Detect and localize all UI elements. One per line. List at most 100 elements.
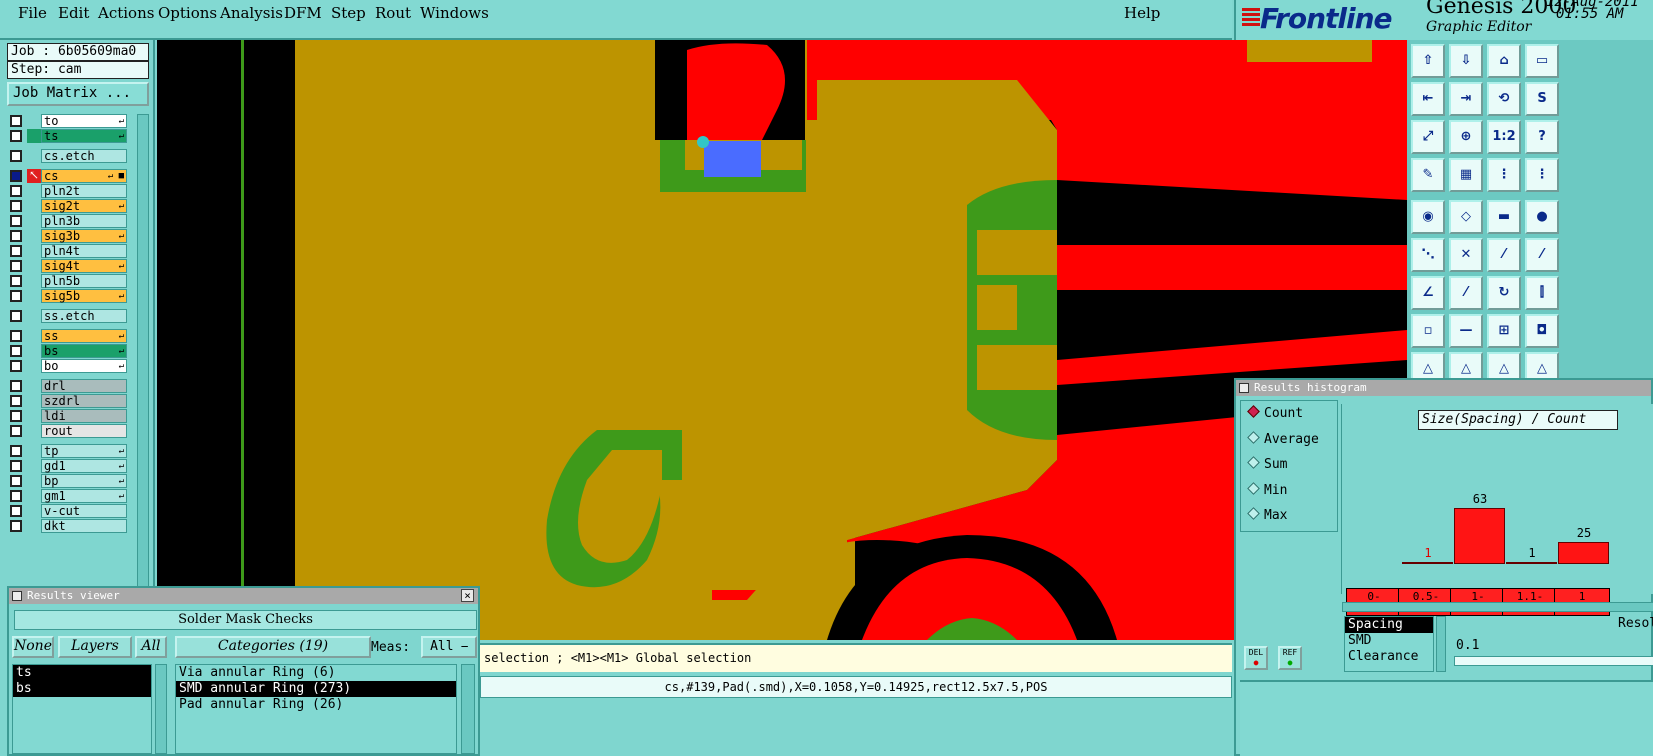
mode-count[interactable]: Count: [1247, 405, 1303, 423]
window-menu-icon[interactable]: [1239, 383, 1249, 393]
layer-checkbox[interactable]: [10, 475, 22, 487]
list-item[interactable]: ts: [13, 665, 151, 681]
layer-name[interactable]: bs ↵: [41, 344, 127, 358]
graphic-canvas[interactable]: [157, 40, 1407, 640]
tool-button-4[interactable]: ⇤: [1411, 82, 1445, 116]
layer-row-bo[interactable]: bo ↵: [7, 359, 135, 373]
histogram-bar[interactable]: [1506, 562, 1557, 564]
layer-row-pln4t[interactable]: pln4t: [7, 244, 135, 258]
layer-name[interactable]: pln4t: [41, 244, 127, 258]
tool-button-9[interactable]: ⊕: [1449, 120, 1483, 154]
mode-sum[interactable]: Sum: [1247, 456, 1287, 474]
layer-row-sig3b[interactable]: sig3b ↵: [7, 229, 135, 243]
categories-button[interactable]: Categories (19): [175, 636, 371, 658]
tool-button-19[interactable]: ●: [1525, 200, 1559, 234]
tool-button-24[interactable]: ∠: [1411, 276, 1445, 310]
layer-list-scrollbar[interactable]: [137, 114, 149, 624]
category-list[interactable]: Via annular Ring (6) SMD annular Ring (2…: [175, 664, 457, 754]
layer-row-gd1[interactable]: gd1 ↵: [7, 459, 135, 473]
mode-max[interactable]: Max: [1247, 507, 1287, 525]
layer-name[interactable]: ts ↵: [41, 129, 127, 143]
layer-list-scrollbar[interactable]: [155, 664, 167, 754]
layer-checkbox[interactable]: [10, 200, 22, 212]
tool-button-20[interactable]: ⋱: [1411, 238, 1445, 272]
layer-row-v-cut[interactable]: v-cut: [7, 504, 135, 518]
layer-name[interactable]: ss.etch: [41, 309, 127, 323]
tool-button-14[interactable]: ⋮: [1487, 158, 1521, 192]
tool-button-31[interactable]: ◘: [1525, 314, 1559, 348]
menu-rout[interactable]: Rout: [375, 4, 411, 22]
layer-result-list[interactable]: ts bs: [12, 664, 152, 754]
layer-row-bs[interactable]: bs ↵: [7, 344, 135, 358]
layer-name[interactable]: bp ↵: [41, 474, 127, 488]
tool-button-29[interactable]: —: [1449, 314, 1483, 348]
layer-name[interactable]: to ↵: [41, 114, 127, 128]
layer-name[interactable]: pln5b: [41, 274, 127, 288]
layer-name[interactable]: sig5b ↵: [41, 289, 127, 303]
layer-checkbox[interactable]: [10, 185, 22, 197]
layer-name[interactable]: cs ↵ ■: [41, 169, 127, 183]
layer-checkbox[interactable]: [10, 310, 22, 322]
layer-name[interactable]: ldi: [41, 409, 127, 423]
layer-name[interactable]: sig3b ↵: [41, 229, 127, 243]
mode-min[interactable]: Min: [1247, 482, 1287, 500]
menu-actions[interactable]: Actions: [98, 4, 154, 22]
layer-checkbox[interactable]: [10, 425, 22, 437]
layer-checkbox[interactable]: [10, 260, 22, 272]
layer-checkbox[interactable]: [10, 505, 22, 517]
layer-checkbox[interactable]: [10, 380, 22, 392]
layer-name[interactable]: pln2t: [41, 184, 127, 198]
layer-checkbox[interactable]: [10, 490, 22, 502]
measure-list[interactable]: Spacing SMD Clearance: [1344, 616, 1434, 672]
tool-button-12[interactable]: ✎: [1411, 158, 1445, 192]
menu-windows[interactable]: Windows: [420, 4, 489, 22]
tool-button-13[interactable]: ▦: [1449, 158, 1483, 192]
tool-button-3[interactable]: ▭: [1525, 44, 1559, 78]
layer-row-rout[interactable]: rout: [7, 424, 135, 438]
tool-button-27[interactable]: ⫿: [1525, 276, 1559, 310]
ref-button[interactable]: REF ●: [1278, 646, 1302, 670]
job-matrix-button[interactable]: Job Matrix ...: [7, 82, 149, 106]
layer-checkbox[interactable]: [10, 460, 22, 472]
layer-row-ldi[interactable]: ldi: [7, 409, 135, 423]
layer-name[interactable]: bo ↵: [41, 359, 127, 373]
tool-button-5[interactable]: ⇥: [1449, 82, 1483, 116]
layer-name[interactable]: drl: [41, 379, 127, 393]
menu-edit[interactable]: Edit: [58, 4, 89, 22]
layer-checkbox[interactable]: [10, 360, 22, 372]
layer-name[interactable]: tp ↵: [41, 444, 127, 458]
tool-button-8[interactable]: ⤢: [1411, 120, 1445, 154]
layers-button[interactable]: Layers: [58, 636, 132, 658]
measure-list-scrollbar[interactable]: [1436, 616, 1446, 672]
layer-name[interactable]: gm1 ↵: [41, 489, 127, 503]
tool-button-2[interactable]: ⌂: [1487, 44, 1521, 78]
layer-row-sig2t[interactable]: sig2t ↵: [7, 199, 135, 213]
layer-checkbox[interactable]: [10, 445, 22, 457]
menu-step[interactable]: Step: [331, 4, 366, 22]
tool-button-15[interactable]: ⋮: [1525, 158, 1559, 192]
results-viewer-titlebar[interactable]: Results viewer ×: [9, 588, 478, 604]
layer-row-ss[interactable]: ss ↵: [7, 329, 135, 343]
layer-name[interactable]: sig4t ↵: [41, 259, 127, 273]
layer-row-sig5b[interactable]: sig5b ↵: [7, 289, 135, 303]
tool-button-23[interactable]: ⁄: [1525, 238, 1559, 272]
tool-button-17[interactable]: ◇: [1449, 200, 1483, 234]
tool-button-6[interactable]: ⟲: [1487, 82, 1521, 116]
meas-select[interactable]: All ⎯: [421, 636, 477, 658]
layer-checkbox[interactable]: [10, 290, 22, 302]
layer-name[interactable]: gd1 ↵: [41, 459, 127, 473]
del-button[interactable]: DEL ●: [1244, 646, 1268, 670]
layer-name[interactable]: pln3b: [41, 214, 127, 228]
tool-button-30[interactable]: ⊞: [1487, 314, 1521, 348]
window-menu-icon[interactable]: [12, 591, 22, 601]
histogram-bar[interactable]: [1402, 562, 1453, 564]
layer-row-ss.etch[interactable]: ss.etch: [7, 309, 135, 323]
none-button[interactable]: None: [12, 636, 54, 658]
layer-row-ts[interactable]: ts ↵: [7, 129, 135, 143]
tool-button-11[interactable]: ?: [1525, 120, 1559, 154]
layer-checkbox[interactable]: [10, 520, 22, 532]
layer-checkbox[interactable]: [10, 215, 22, 227]
layer-checkbox[interactable]: [10, 130, 22, 142]
list-item[interactable]: SMD annular Ring (273): [176, 681, 456, 697]
list-item[interactable]: SMD: [1345, 633, 1433, 649]
